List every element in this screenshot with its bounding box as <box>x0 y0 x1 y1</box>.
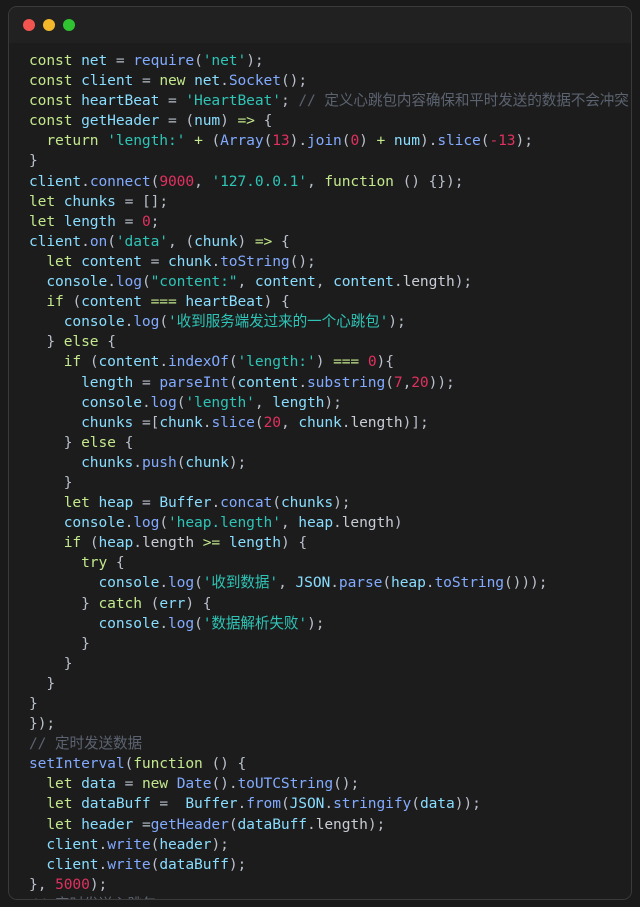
code-line: const net = require('net'); <box>29 52 264 69</box>
code-line: if (heap.length >= length) { <box>63 534 307 552</box>
code-line: client.write(header); <box>46 835 229 853</box>
code-line: chunks =[chunk.slice(20, chunk.length)]; <box>81 413 429 431</box>
code-line: console.log("content:", content, content… <box>46 273 473 291</box>
code-line: console.log('heap.length', heap.length) <box>63 514 403 532</box>
code-line: if (content.indexOf('length:') === 0){ <box>63 353 394 371</box>
code-line: console.log('数据解析失败'); <box>98 614 325 632</box>
code-line: console.log('length', length); <box>81 393 342 411</box>
code-line: } <box>29 152 38 170</box>
code-line: }, 5000); <box>29 875 108 893</box>
code-line: let dataBuff = Buffer.from(JSON.stringif… <box>46 795 481 813</box>
code-line: } <box>63 654 73 672</box>
code-line: return 'length:' + (Array(13).join(0) + … <box>46 132 533 150</box>
code-line: }); <box>29 715 56 733</box>
code-line: } <box>81 634 90 652</box>
code-line: } else { <box>63 433 134 451</box>
code-line: let data = new Date().toUTCString(); <box>46 775 360 793</box>
code-line: if (content === heartBeat) { <box>46 293 290 311</box>
code-line: } <box>29 695 38 712</box>
window-titlebar <box>9 7 631 43</box>
code-line: // 定时发送心跳包 <box>29 895 625 899</box>
code-line: let header =getHeader(dataBuff.length); <box>46 815 386 833</box>
code-line: // 定时发送数据 <box>29 735 143 753</box>
code-editor-pane[interactable]: const net = require('net'); const client … <box>9 43 631 899</box>
code-line: chunks.push(chunk); <box>81 453 247 471</box>
code-line: console.log('收到数据', JSON.parse(heap.toSt… <box>98 574 548 592</box>
code-editor-window: const net = require('net'); const client … <box>8 6 632 900</box>
minimize-window-button[interactable] <box>43 19 55 31</box>
source-code[interactable]: const net = require('net'); const client … <box>9 51 631 899</box>
code-line: setInterval(function () { <box>29 755 247 773</box>
code-line: let heap = Buffer.concat(chunks); <box>63 494 351 512</box>
code-line: try { <box>81 554 125 572</box>
code-line: client.connect(9000, '127.0.0.1', functi… <box>29 172 464 190</box>
code-line: let chunks = []; <box>29 192 168 210</box>
code-line: let content = chunk.toString(); <box>46 252 316 270</box>
code-line: length = parseInt(content.substring(7,20… <box>81 373 455 391</box>
code-line: console.log('收到服务端发过来的一个心跳包'); <box>63 313 406 331</box>
code-line: client.on('data', (chunk) => { <box>29 232 290 250</box>
code-line: const getHeader = (num) => { <box>29 112 273 130</box>
code-line: } <box>63 473 73 491</box>
code-line: const heartBeat = 'HeartBeat'; // 定义心跳包内… <box>29 92 629 110</box>
code-line: client.write(dataBuff); <box>46 855 247 873</box>
maximize-window-button[interactable] <box>63 19 75 31</box>
close-window-button[interactable] <box>23 19 35 31</box>
code-line: let length = 0; <box>29 212 160 230</box>
code-line: const client = new net.Socket(); <box>29 72 307 90</box>
code-line: } else { <box>46 333 116 351</box>
code-line: } <box>46 674 56 692</box>
code-line: } catch (err) { <box>81 594 212 612</box>
